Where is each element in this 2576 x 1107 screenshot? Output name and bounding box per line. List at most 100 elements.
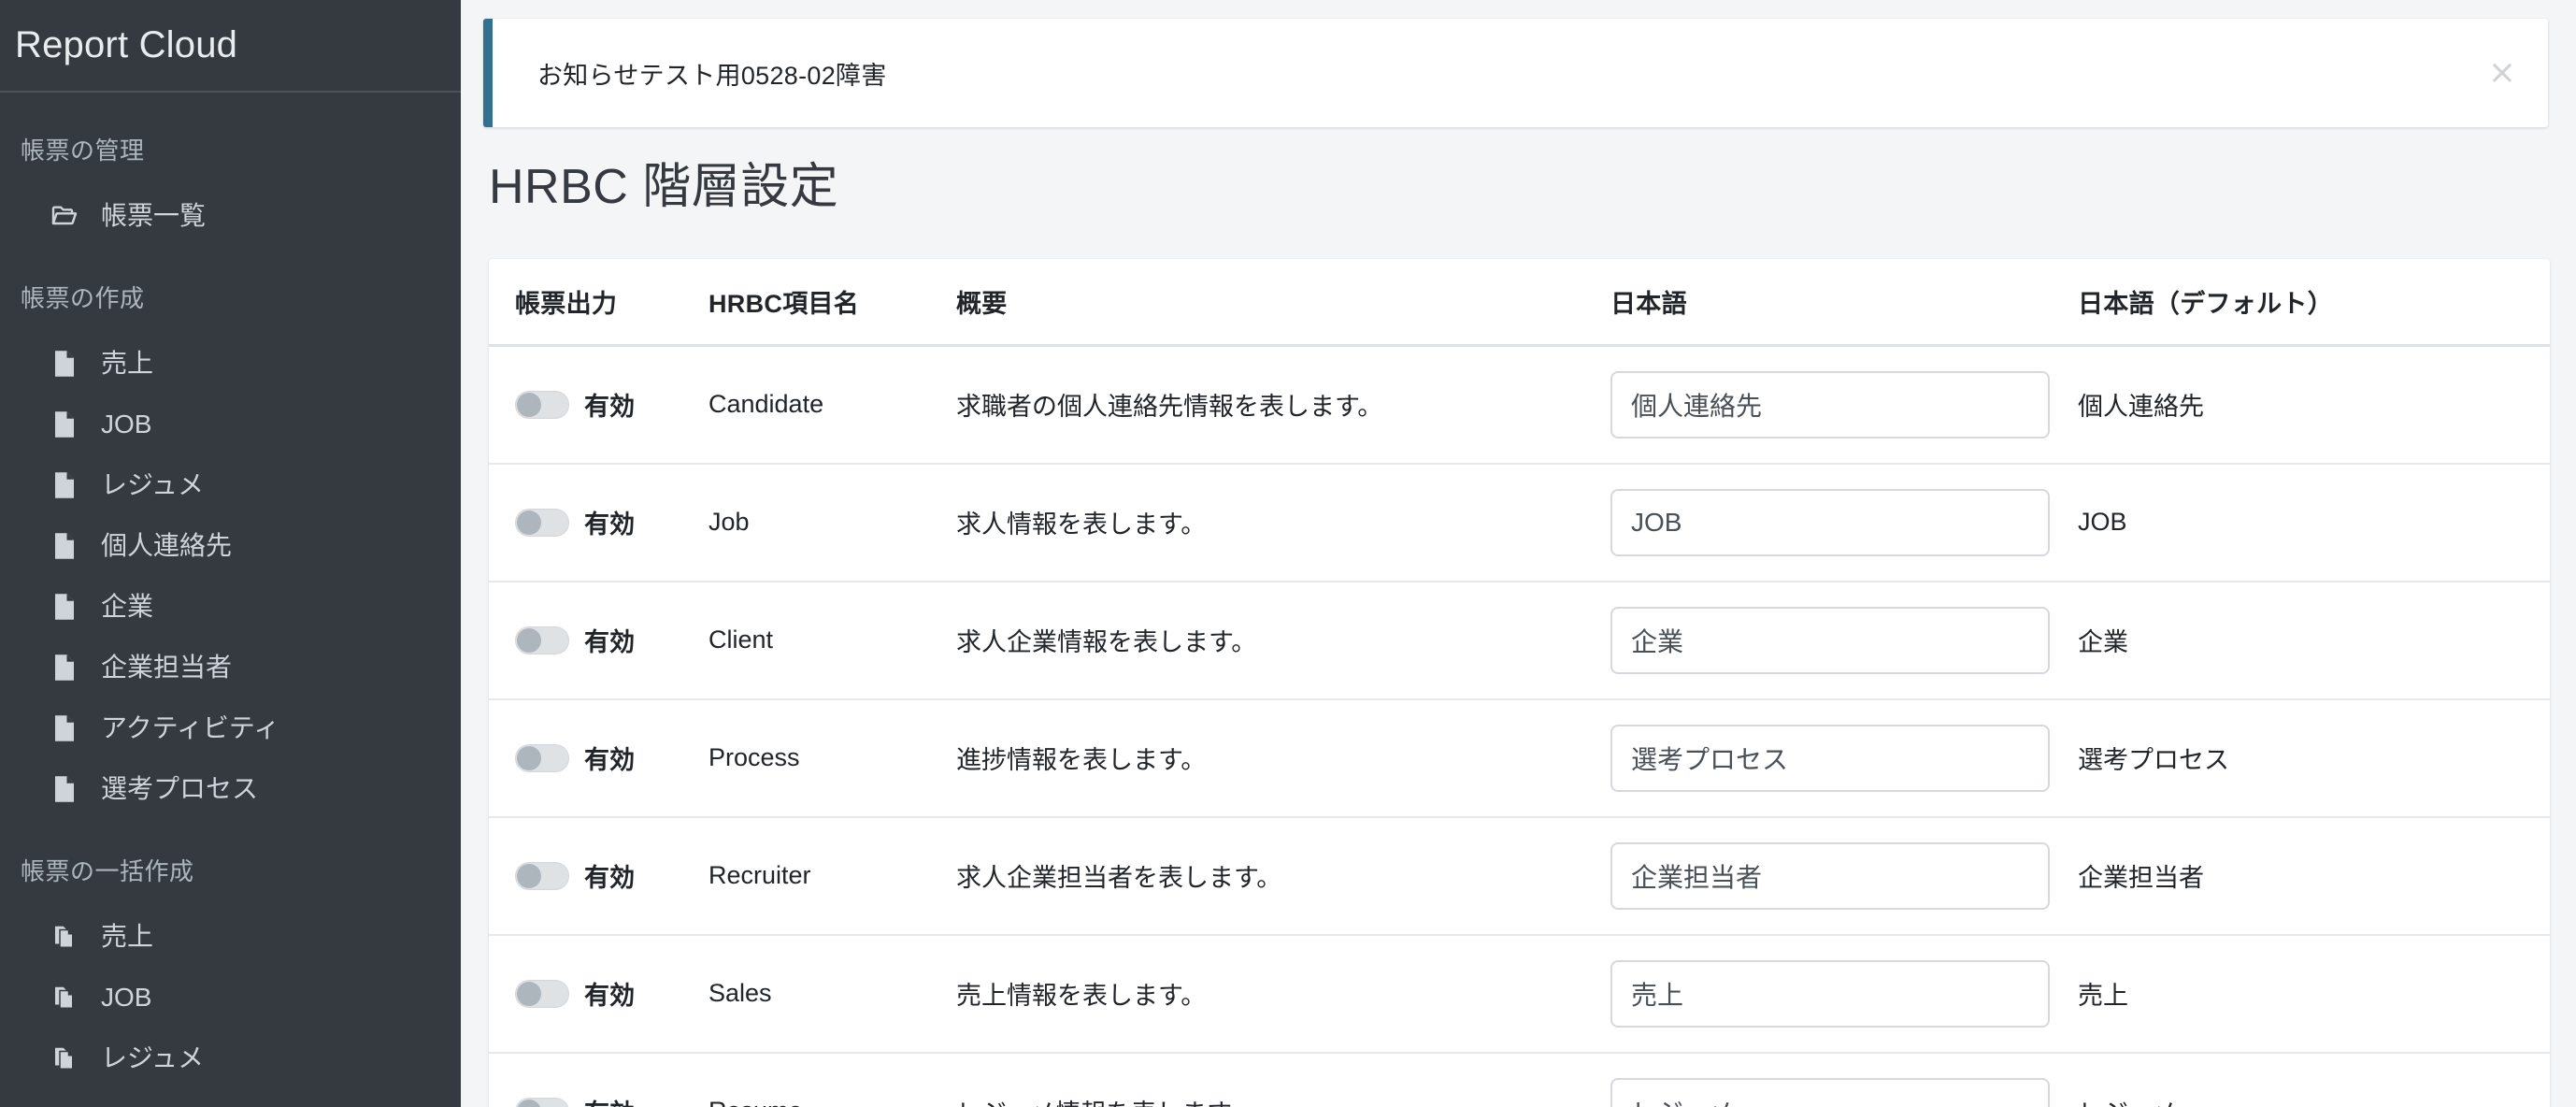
sidebar-item-選考プロセス[interactable]: 選考プロセス [0,758,461,819]
output-toggle-switch[interactable] [515,1097,569,1107]
brand-title: Report Cloud [15,24,238,65]
sidebar-item-label: 売上 [101,921,154,951]
toggle-label: 有効 [584,510,635,539]
table-row: 有効 Recruiter 求人企業担当者を表します。 企業担当者 [489,816,2551,936]
output-toggle-switch[interactable] [515,508,569,537]
file-icon [49,591,80,623]
japanese-label-input[interactable] [1610,488,2050,556]
cell-japanese-default: 選考プロセス [2078,698,2551,818]
toggle-knob [517,981,541,1006]
sidebar-item-レジュメ[interactable]: レジュメ [0,1028,461,1088]
japanese-label-input[interactable] [1610,606,2050,674]
sidebar-item-企業[interactable]: 企業 [0,576,461,637]
toggle-group: 有効 [515,740,708,776]
toggle-knob [517,863,541,888]
toggle-group: 有効 [515,504,708,540]
cell-japanese-input [1610,934,2078,1054]
cell-item-name: Client [708,581,956,700]
sidebar-item-label: 売上 [101,348,154,378]
file-icon [49,348,80,380]
sidebar-item-アクティビティ[interactable]: アクティビティ [0,697,461,758]
sidebar: Report Cloud 帳票の管理 帳票一覧 帳票の作成 売上 JOB レジュメ 個人連絡… [0,0,461,1107]
toggle-group: 有効 [515,386,708,423]
sidebar-item-JOB[interactable]: JOB [0,967,461,1028]
sidebar-item-売上[interactable]: 売上 [0,333,461,394]
copy-files-icon [49,921,80,953]
cell-item-name: Recruiter [708,816,956,936]
sidebar-nav: 帳票の管理 帳票一覧 帳票の作成 売上 JOB レジュメ 個人連絡先 企業 企業担当者 アクティビ… [0,132,461,1088]
japanese-label-input[interactable] [1610,959,2050,1028]
brand-header: Report Cloud [0,0,461,93]
column-header-output: 帳票出力 [489,259,708,348]
japanese-label-input[interactable] [1610,370,2050,438]
alert-container: お知らせテスト用0528-02障害 × [461,0,2576,127]
table-body: 有効Candidate求職者の個人連絡先情報を表します。個人連絡先有効Job求人… [489,345,2551,1107]
cell-item-name: Sales [708,934,956,1054]
sidebar-item-label: 帳票一覧 [101,200,207,230]
cell-output-toggle: 有効 [489,345,708,465]
toggle-group: 有効 [515,622,708,658]
cell-output-toggle: 有効 [489,1052,708,1107]
notification-message: お知らせテスト用0528-02障害 [537,61,887,90]
sidebar-item-売上[interactable]: 売上 [0,906,461,967]
cell-item-name: Candidate [708,345,956,465]
sidebar-section-title: 帳票の一括作成 [21,857,194,885]
column-header-japanese: 日本語 [1610,259,2078,348]
cell-japanese-default: 企業 [2078,581,2551,700]
output-toggle-switch[interactable] [515,390,569,419]
column-header-summary: 概要 [956,259,1610,348]
japanese-label-input[interactable] [1610,841,2050,910]
sidebar-item-帳票一覧[interactable]: 帳票一覧 [0,185,461,246]
cell-summary: レジュメ情報を表します。 [956,1052,1610,1107]
sidebar-section-title: 帳票の作成 [21,284,145,312]
toggle-knob [517,627,541,653]
cell-output-toggle: 有効 [489,698,708,818]
output-toggle-switch[interactable] [515,861,569,890]
output-toggle-switch[interactable] [515,979,569,1008]
close-icon[interactable]: × [2488,56,2516,90]
sidebar-item-レジュメ[interactable]: レジュメ [0,454,461,515]
main-content: お知らせテスト用0528-02障害 × HRBC 階層設定 帳票出力 HRBC項… [461,0,2576,1107]
toggle-label: 有効 [584,982,635,1011]
cell-summary: 売上情報を表します。 [956,934,1610,1054]
cell-item-name: Process [708,698,956,818]
sidebar-item-label: 選考プロセス [101,773,259,803]
cell-japanese-input [1610,698,2078,818]
sidebar-item-JOB[interactable]: JOB [0,394,461,454]
sidebar-item-label: 企業 [101,591,154,621]
output-toggle-switch[interactable] [515,743,569,772]
cell-japanese-input [1610,345,2078,465]
sidebar-item-label: レジュメ [101,469,205,499]
japanese-label-input[interactable] [1610,1077,2050,1107]
settings-panel: 帳票出力 HRBC項目名 概要 日本語 日本語（デフォルト） 有効 Candida… [489,259,2551,1107]
toggle-group: 有効 [515,857,708,894]
cell-summary: 求人企業担当者を表します。 [956,816,1610,936]
table-header: 帳票出力 HRBC項目名 概要 日本語 日本語（デフォルト） [489,259,2551,348]
page-title: HRBC 階層設定 [489,160,839,214]
cell-japanese-input [1610,463,2078,582]
toggle-knob [517,1099,541,1107]
sidebar-item-label: JOB [101,409,152,438]
cell-summary: 求職者の個人連絡先情報を表します。 [956,345,1610,465]
cell-japanese-default: 企業担当者 [2078,816,2551,936]
file-icon [49,652,80,683]
sidebar-item-個人連絡先[interactable]: 個人連絡先 [0,515,461,576]
folder-open-icon [49,200,80,232]
cell-output-toggle: 有効 [489,463,708,582]
cell-japanese-input [1610,1052,2078,1107]
sidebar-item-label: 企業担当者 [101,652,233,682]
toggle-label: 有効 [584,1093,635,1107]
table-row: 有効 Process 進捗情報を表します。 選考プロセス [489,698,2551,818]
table-row: 有効 Resumeレジュメ情報を表します。 レジュメ [489,1052,2551,1107]
copy-files-icon [49,982,80,1014]
column-header-item-name: HRBC項目名 [708,259,956,348]
sidebar-item-label: アクティビティ [101,712,280,742]
toggle-label: 有効 [584,393,635,422]
output-toggle-switch[interactable] [515,625,569,654]
sidebar-item-企業担当者[interactable]: 企業担当者 [0,637,461,697]
toggle-knob [517,745,541,770]
cell-japanese-default: JOB [2078,463,2551,582]
hierarchy-table: 帳票出力 HRBC項目名 概要 日本語 日本語（デフォルト） 有効 Candida… [489,259,2551,1107]
japanese-label-input[interactable] [1610,724,2050,792]
sidebar-item-label: レジュメ [101,1042,205,1072]
